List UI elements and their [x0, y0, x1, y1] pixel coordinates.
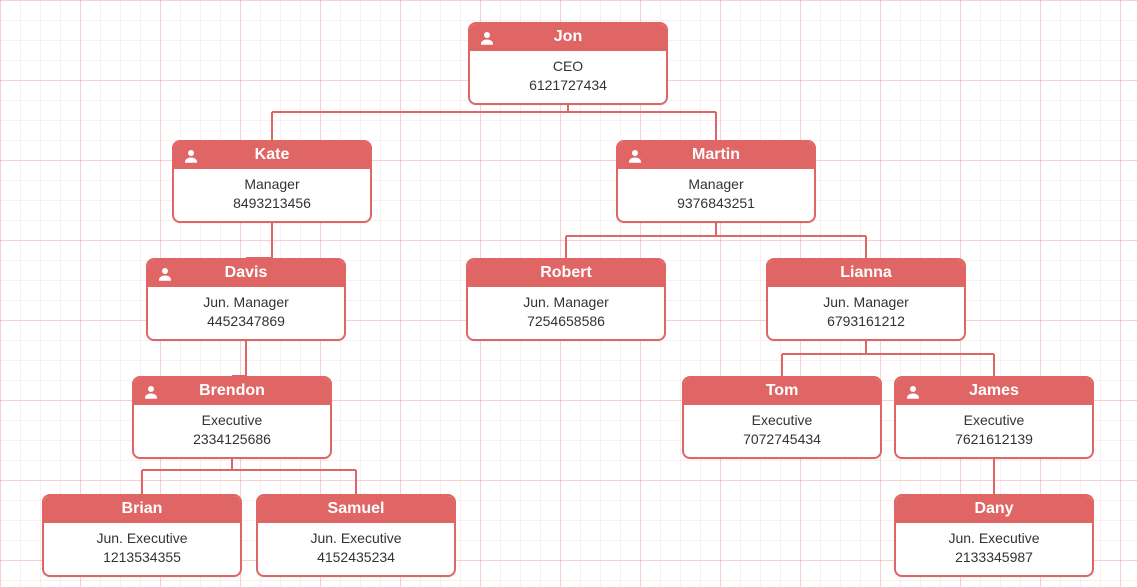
- org-node-phone: 7072745434: [688, 430, 876, 449]
- org-node-title: Jun. Manager: [772, 293, 960, 312]
- org-node-phone: 2334125686: [138, 430, 326, 449]
- person-icon: [626, 147, 644, 165]
- org-node-body: Jun. Manager 7254658586: [468, 287, 664, 339]
- org-node-name: Tom: [766, 382, 799, 399]
- person-icon: [478, 29, 496, 47]
- org-node-header: Robert: [468, 260, 664, 287]
- org-node-title: Jun. Manager: [472, 293, 660, 312]
- org-node-phone: 1213534355: [48, 548, 236, 567]
- org-node-body: Jun. Manager 4452347869: [148, 287, 344, 339]
- org-node-body: CEO 6121727434: [470, 51, 666, 103]
- org-node-title: Jun. Executive: [262, 529, 450, 548]
- org-node-name: Robert: [540, 264, 592, 281]
- org-node-phone: 6121727434: [474, 76, 662, 95]
- org-node-body: Jun. Executive 4152435234: [258, 523, 454, 575]
- org-node-title: Manager: [622, 175, 810, 194]
- org-node-jon[interactable]: Jon CEO 6121727434: [468, 22, 668, 105]
- org-node-body: Manager 8493213456: [174, 169, 370, 221]
- org-node-body: Jun. Manager 6793161212: [768, 287, 964, 339]
- org-node-title: Jun. Executive: [48, 529, 236, 548]
- org-node-header: Brendon: [134, 378, 330, 405]
- org-node-body: Manager 9376843251: [618, 169, 814, 221]
- org-node-lianna[interactable]: Lianna Jun. Manager 6793161212: [766, 258, 966, 341]
- org-node-header: Davis: [148, 260, 344, 287]
- org-node-name: Kate: [255, 146, 290, 163]
- org-node-phone: 9376843251: [622, 194, 810, 213]
- person-icon: [182, 147, 200, 165]
- org-node-phone: 7254658586: [472, 312, 660, 331]
- org-node-title: Jun. Executive: [900, 529, 1088, 548]
- org-node-title: CEO: [474, 57, 662, 76]
- org-node-title: Jun. Manager: [152, 293, 340, 312]
- org-node-body: Executive 2334125686: [134, 405, 330, 457]
- org-node-name: James: [969, 382, 1019, 399]
- org-node-martin[interactable]: Martin Manager 9376843251: [616, 140, 816, 223]
- org-node-header: Tom: [684, 378, 880, 405]
- org-node-name: Martin: [692, 146, 740, 163]
- org-node-header: Samuel: [258, 496, 454, 523]
- org-node-phone: 4452347869: [152, 312, 340, 331]
- org-node-body: Executive 7072745434: [684, 405, 880, 457]
- org-node-header: Dany: [896, 496, 1092, 523]
- org-node-body: Jun. Executive 2133345987: [896, 523, 1092, 575]
- org-node-header: Brian: [44, 496, 240, 523]
- org-node-dany[interactable]: Dany Jun. Executive 2133345987: [894, 494, 1094, 577]
- org-node-header: Kate: [174, 142, 370, 169]
- org-node-name: Lianna: [840, 264, 892, 281]
- person-icon: [156, 265, 174, 283]
- org-node-name: Jon: [554, 28, 582, 45]
- org-node-title: Executive: [900, 411, 1088, 430]
- org-node-name: Brendon: [199, 382, 265, 399]
- org-node-header: Martin: [618, 142, 814, 169]
- person-icon: [904, 383, 922, 401]
- org-node-header: Lianna: [768, 260, 964, 287]
- org-node-tom[interactable]: Tom Executive 7072745434: [682, 376, 882, 459]
- org-node-robert[interactable]: Robert Jun. Manager 7254658586: [466, 258, 666, 341]
- org-node-body: Executive 7621612139: [896, 405, 1092, 457]
- org-node-body: Jun. Executive 1213534355: [44, 523, 240, 575]
- org-node-phone: 6793161212: [772, 312, 960, 331]
- org-node-header: James: [896, 378, 1092, 405]
- org-node-phone: 8493213456: [178, 194, 366, 213]
- org-node-phone: 7621612139: [900, 430, 1088, 449]
- org-node-title: Executive: [688, 411, 876, 430]
- org-node-kate[interactable]: Kate Manager 8493213456: [172, 140, 372, 223]
- org-node-samuel[interactable]: Samuel Jun. Executive 4152435234: [256, 494, 456, 577]
- org-node-name: Dany: [974, 500, 1013, 517]
- org-node-name: Davis: [225, 264, 268, 281]
- org-node-davis[interactable]: Davis Jun. Manager 4452347869: [146, 258, 346, 341]
- org-node-header: Jon: [470, 24, 666, 51]
- org-node-phone: 4152435234: [262, 548, 450, 567]
- org-node-phone: 2133345987: [900, 548, 1088, 567]
- org-node-brendon[interactable]: Brendon Executive 2334125686: [132, 376, 332, 459]
- org-node-title: Manager: [178, 175, 366, 194]
- org-node-name: Samuel: [328, 500, 385, 517]
- org-node-name: Brian: [122, 500, 163, 517]
- org-node-james[interactable]: James Executive 7621612139: [894, 376, 1094, 459]
- org-node-title: Executive: [138, 411, 326, 430]
- org-node-brian[interactable]: Brian Jun. Executive 1213534355: [42, 494, 242, 577]
- person-icon: [142, 383, 160, 401]
